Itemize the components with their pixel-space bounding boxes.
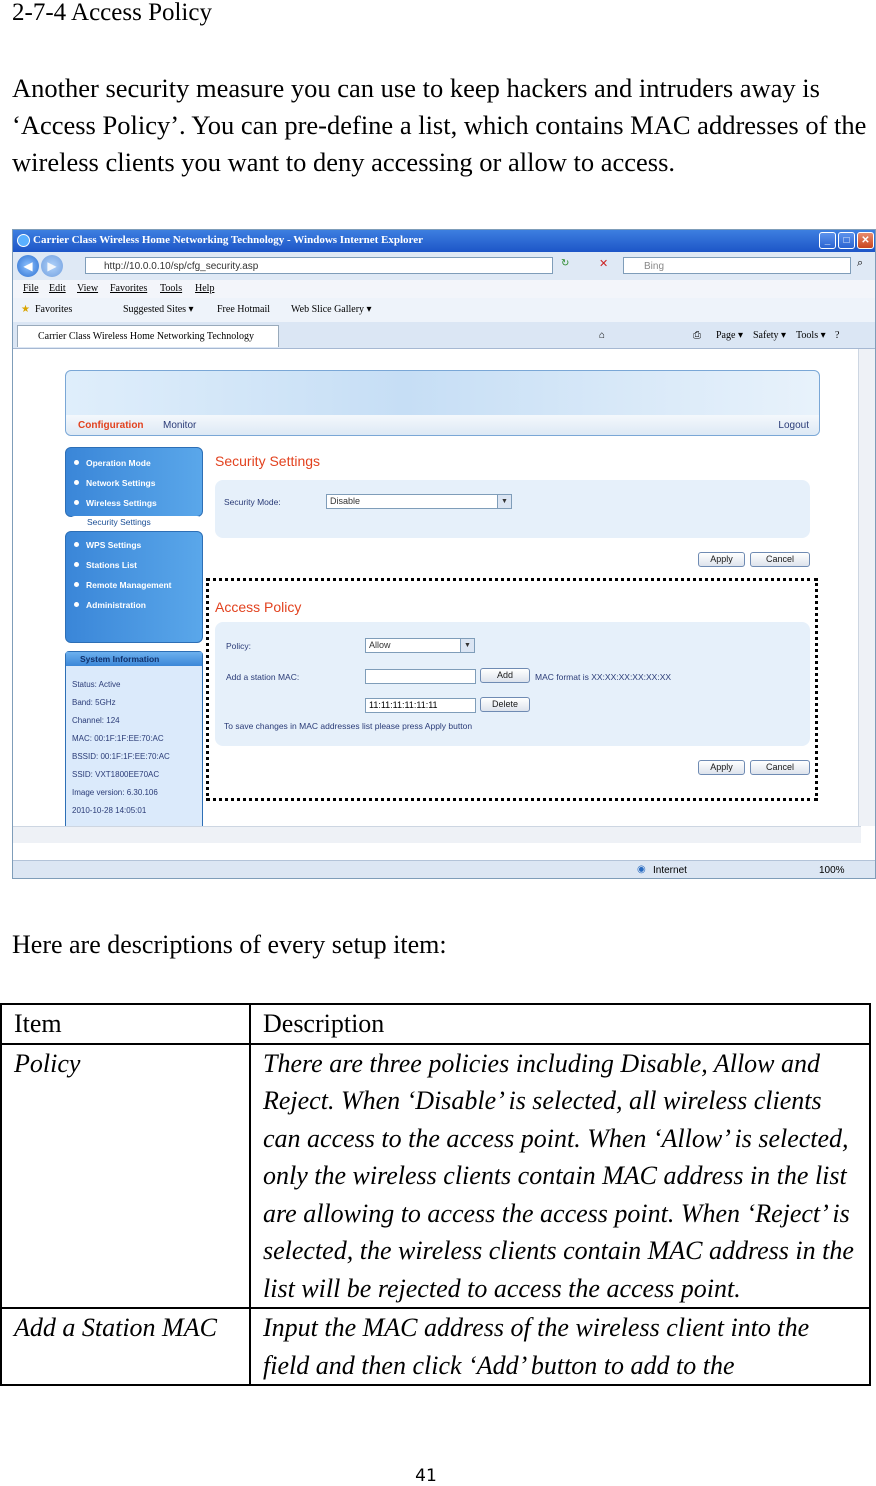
row-item: Policy — [0, 1042, 251, 1309]
menu-bar: File Edit View Favorites Tools Help — [13, 280, 875, 298]
menu-file[interactable]: File — [23, 283, 39, 294]
back-icon[interactable]: ◀ — [17, 255, 39, 277]
zoom-level[interactable]: 100% — [819, 865, 845, 876]
zone-label: Internet — [653, 865, 687, 876]
window-title: Carrier Class Wireless Home Networking T… — [33, 234, 423, 246]
sysinfo-datetime: 2010-10-28 14:05:01 — [72, 806, 147, 815]
help-icon[interactable]: ? — [835, 330, 839, 341]
ie-logo-icon — [17, 234, 30, 247]
search-icon[interactable]: ⌕ — [857, 257, 863, 270]
tab-title: Carrier Class Wireless Home Networking T… — [38, 331, 254, 342]
row-description: There are three policies including Disab… — [249, 1042, 871, 1309]
print-icon[interactable]: ⎙ — [693, 330, 701, 341]
tab-bar: Carrier Class Wireless Home Networking T… — [13, 322, 875, 349]
sysinfo-title: System Information — [66, 652, 202, 666]
intro-paragraph: Another security measure you can use to … — [12, 73, 867, 177]
menu-view[interactable]: View — [77, 283, 98, 294]
menu-favorites[interactable]: Favorites — [110, 283, 147, 294]
nav-wps-settings[interactable]: WPS Settings — [74, 540, 141, 550]
free-hotmail-link[interactable]: Free Hotmail — [217, 304, 270, 315]
router-web-page: Configuration Monitor Logout Operation M… — [13, 349, 861, 831]
configuration-link[interactable]: Configuration — [78, 420, 144, 431]
vertical-scrollbar[interactable] — [858, 349, 875, 826]
minimize-icon[interactable]: _ — [819, 232, 836, 249]
sysinfo-mac: MAC: 00:1F:1F:EE:70:AC — [72, 734, 164, 743]
globe-icon: ◉ — [637, 864, 646, 875]
chevron-down-icon: ▼ — [497, 495, 511, 508]
nav-block-bottom: WPS Settings Stations List Remote Manage… — [65, 531, 203, 643]
table-row: Add a Station MAC Input the MAC address … — [0, 1307, 871, 1386]
nav-network-settings[interactable]: Network Settings — [74, 478, 155, 488]
close-icon[interactable]: ✕ — [857, 232, 874, 249]
tools-menu[interactable]: Tools ▾ — [796, 330, 826, 341]
sysinfo-band: Band: 5GHz — [72, 698, 116, 707]
status-bar: ◉ Internet 100% — [13, 860, 875, 878]
nav-stations-list[interactable]: Stations List — [74, 560, 137, 570]
suggested-sites-link[interactable]: Suggested Sites ▾ — [123, 304, 194, 315]
sysinfo-ssid: SSID: VXT1800EE70AC — [72, 770, 160, 779]
menu-help[interactable]: Help — [195, 283, 214, 294]
nav-security-settings[interactable]: Security Settings — [69, 516, 203, 528]
router-banner: Configuration Monitor Logout — [65, 370, 820, 436]
security-cancel-button[interactable]: Cancel — [750, 552, 810, 567]
page-number: 41 — [415, 1466, 437, 1486]
nav-block-top: Operation Mode Network Settings Wireless… — [65, 447, 203, 517]
row-item: Add a Station MAC — [0, 1307, 251, 1386]
security-mode-label: Security Mode: — [224, 497, 281, 507]
header-item: Item — [0, 1003, 251, 1045]
table-header-row: Item Description — [0, 1003, 871, 1045]
security-mode-value: Disable — [330, 496, 361, 506]
logout-link[interactable]: Logout — [778, 420, 809, 431]
highlight-dotted-frame — [206, 578, 818, 801]
nav-operation-mode[interactable]: Operation Mode — [74, 458, 151, 468]
setup-items-table: Item Description Policy There are three … — [0, 1003, 871, 1386]
nav-wireless-settings[interactable]: Wireless Settings — [74, 498, 157, 508]
sysinfo-bssid: BSSID: 00:1F:1F:EE:70:AC — [72, 752, 170, 761]
security-settings-title: Security Settings — [215, 453, 321, 469]
safety-menu[interactable]: Safety ▾ — [753, 330, 786, 341]
nav-administration[interactable]: Administration — [74, 600, 146, 610]
sysinfo-channel: Channel: 124 — [72, 716, 120, 725]
browser-screenshot: Carrier Class Wireless Home Networking T… — [12, 229, 876, 879]
maximize-icon[interactable]: □ — [838, 232, 855, 249]
address-bar-row: ◀ ▶ http://10.0.0.10/sp/cfg_security.asp… — [13, 252, 875, 280]
favorites-bar: ★ Favorites Suggested Sites ▾ Free Hotma… — [13, 298, 875, 323]
header-description: Description — [249, 1003, 871, 1045]
tab-current[interactable]: Carrier Class Wireless Home Networking T… — [17, 325, 279, 347]
monitor-link[interactable]: Monitor — [163, 420, 196, 431]
nav-remote-management[interactable]: Remote Management — [74, 580, 172, 590]
system-information-panel: System Information Status: Active Band: … — [65, 651, 203, 831]
security-mode-panel: Security Mode: Disable ▼ — [215, 480, 810, 538]
home-icon[interactable]: ⌂ — [599, 330, 605, 341]
table-row: Policy There are three policies includin… — [0, 1042, 871, 1309]
page-menu[interactable]: Page ▾ — [716, 330, 743, 341]
web-slice-gallery-link[interactable]: Web Slice Gallery ▾ — [291, 304, 372, 315]
sysinfo-image-version: Image version: 6.30.106 — [72, 788, 158, 797]
menu-edit[interactable]: Edit — [49, 283, 66, 294]
forward-icon[interactable]: ▶ — [41, 255, 63, 277]
sysinfo-status: Status: Active — [72, 680, 121, 689]
stop-icon[interactable]: ✕ — [599, 257, 608, 270]
menu-tools[interactable]: Tools — [160, 283, 182, 294]
search-input[interactable]: Bing — [623, 257, 851, 274]
section-heading: 2-7-4 Access Policy — [12, 0, 212, 26]
security-apply-button[interactable]: Apply — [698, 552, 745, 567]
description-intro: Here are descriptions of every setup ite… — [12, 930, 447, 959]
address-input[interactable]: http://10.0.0.10/sp/cfg_security.asp — [85, 257, 553, 274]
security-mode-select[interactable]: Disable ▼ — [326, 494, 512, 509]
side-navigation: Operation Mode Network Settings Wireless… — [65, 447, 203, 643]
window-titlebar: Carrier Class Wireless Home Networking T… — [13, 230, 875, 252]
favorites-star-icon: ★ — [21, 304, 30, 315]
refresh-icon[interactable]: ↻ — [561, 258, 569, 269]
favorites-button[interactable]: Favorites — [35, 304, 72, 315]
horizontal-scrollbar[interactable] — [13, 826, 861, 843]
banner-menu-bar: Configuration Monitor Logout — [66, 415, 819, 435]
row-description: Input the MAC address of the wireless cl… — [249, 1307, 871, 1386]
